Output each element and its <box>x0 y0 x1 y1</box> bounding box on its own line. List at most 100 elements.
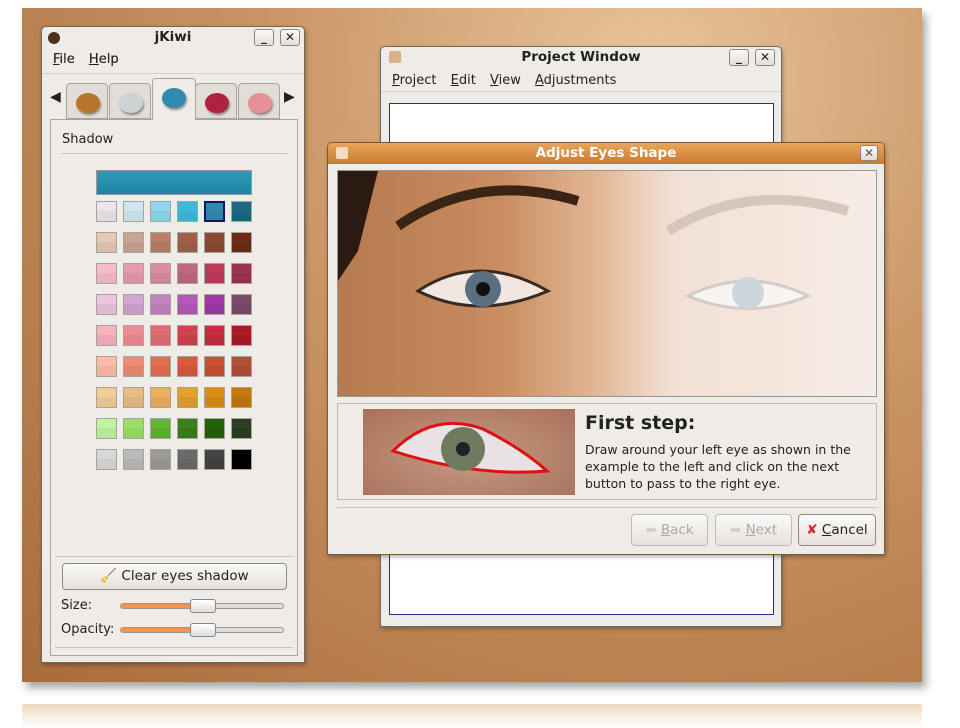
color-swatch[interactable] <box>123 263 144 284</box>
back-button[interactable]: ⬅ Back <box>631 514 708 546</box>
color-swatch[interactable] <box>123 387 144 408</box>
close-button[interactable]: ✕ <box>755 49 775 66</box>
tab-lipstick[interactable] <box>238 83 280 119</box>
color-swatch[interactable] <box>204 201 225 222</box>
color-swatch[interactable] <box>123 325 144 346</box>
menu-project[interactable]: Project <box>392 73 437 88</box>
face-drawing <box>338 171 850 310</box>
next-arrow-icon: ➡ <box>729 522 742 538</box>
color-swatch[interactable] <box>150 356 171 377</box>
color-swatch[interactable] <box>96 201 117 222</box>
color-swatch[interactable] <box>123 232 144 253</box>
color-swatch[interactable] <box>96 263 117 284</box>
tab-hair[interactable] <box>66 83 108 119</box>
color-swatch[interactable] <box>204 387 225 408</box>
color-swatch[interactable] <box>123 356 144 377</box>
color-swatch[interactable] <box>231 418 252 439</box>
color-swatch[interactable] <box>204 418 225 439</box>
color-swatch[interactable] <box>231 387 252 408</box>
clear-eyes-shadow-button[interactable]: 🧹 Clear eyes shadow <box>62 563 287 590</box>
tab-cream[interactable] <box>109 83 151 119</box>
menu-mnemonic: Help <box>88 52 119 67</box>
menu-help[interactable]: Help Help <box>89 52 119 67</box>
color-swatch[interactable] <box>96 449 117 470</box>
color-swatch[interactable] <box>204 263 225 284</box>
color-swatch[interactable] <box>96 325 117 346</box>
tab-blush[interactable] <box>195 83 237 119</box>
tab-scroll-left-icon[interactable]: ◀ <box>50 89 61 105</box>
button-label: Clear eyes shadow <box>121 568 249 584</box>
example-eye-image <box>363 409 575 495</box>
menu-edit[interactable]: Edit <box>451 73 476 88</box>
tab-eye-shadow[interactable] <box>152 78 196 120</box>
color-swatch[interactable] <box>231 263 252 284</box>
broom-icon: 🧹 <box>100 568 118 584</box>
color-swatch[interactable] <box>177 356 198 377</box>
project-title-bar[interactable]: Project Window _ ✕ <box>381 47 781 68</box>
left-eyebrow <box>395 185 580 231</box>
color-swatch[interactable] <box>231 294 252 315</box>
slider-thumb[interactable] <box>190 599 216 613</box>
color-swatch[interactable] <box>231 356 252 377</box>
color-swatch[interactable] <box>231 449 252 470</box>
jkiwi-title-bar[interactable]: jKiwi _ ✕ <box>42 27 304 48</box>
menu-adjustments[interactable]: Adjustments <box>535 73 616 88</box>
color-swatch[interactable] <box>177 294 198 315</box>
color-swatch[interactable] <box>150 325 171 346</box>
minimize-button[interactable]: _ <box>729 49 749 66</box>
color-swatch[interactable] <box>123 294 144 315</box>
color-swatch[interactable] <box>204 232 225 253</box>
color-swatch[interactable] <box>231 325 252 346</box>
divider <box>61 153 287 154</box>
color-swatch[interactable] <box>96 418 117 439</box>
color-swatch[interactable] <box>96 232 117 253</box>
color-swatch[interactable] <box>123 449 144 470</box>
color-swatch[interactable] <box>150 418 171 439</box>
color-swatch[interactable] <box>204 325 225 346</box>
color-swatch[interactable] <box>204 294 225 315</box>
color-swatch[interactable] <box>177 263 198 284</box>
shadow-panel: Shadow 🧹 Clear eyes shadow Size: Opacity… <box>50 119 298 656</box>
color-swatch[interactable] <box>96 294 117 315</box>
minimize-button[interactable]: _ <box>254 29 274 46</box>
color-swatch[interactable] <box>177 387 198 408</box>
color-swatch[interactable] <box>96 387 117 408</box>
next-button[interactable]: ➡ Next <box>715 514 792 546</box>
color-swatch[interactable] <box>150 263 171 284</box>
blush-icon <box>205 93 229 113</box>
color-swatch[interactable] <box>204 449 225 470</box>
menu-file[interactable]: File File <box>53 52 75 67</box>
adjust-eyes-dialog: Adjust Eyes Shape ✕ First step: Draw aro… <box>327 142 885 555</box>
kiwi-icon <box>48 32 60 44</box>
menu-mnemonic: File <box>53 52 75 67</box>
color-swatch[interactable] <box>177 418 198 439</box>
color-swatch[interactable] <box>177 232 198 253</box>
cancel-button[interactable]: ✘ Cancel <box>798 514 876 546</box>
color-swatch[interactable] <box>177 201 198 222</box>
color-swatch[interactable] <box>150 201 171 222</box>
color-swatch[interactable] <box>123 418 144 439</box>
slider-thumb[interactable] <box>190 623 216 637</box>
window-title: Project Window <box>521 49 641 65</box>
color-swatch[interactable] <box>177 325 198 346</box>
close-button[interactable]: ✕ <box>280 29 300 46</box>
opacity-slider[interactable] <box>120 623 284 637</box>
tab-scroll-right-icon[interactable]: ▶ <box>284 89 295 105</box>
size-slider[interactable] <box>120 599 284 613</box>
color-swatch[interactable] <box>150 387 171 408</box>
color-swatch[interactable] <box>231 201 252 222</box>
close-button[interactable]: ✕ <box>860 145 878 161</box>
color-swatch[interactable] <box>123 201 144 222</box>
color-swatch[interactable] <box>231 232 252 253</box>
lipstick-icon <box>248 93 272 113</box>
color-swatch[interactable] <box>96 356 117 377</box>
menu-view[interactable]: View <box>490 73 521 88</box>
dialog-title-bar[interactable]: Adjust Eyes Shape ✕ <box>328 143 884 164</box>
color-swatch[interactable] <box>177 449 198 470</box>
color-swatch[interactable] <box>150 232 171 253</box>
section-label: Shadow <box>62 132 114 147</box>
color-swatch[interactable] <box>150 449 171 470</box>
color-swatch[interactable] <box>204 356 225 377</box>
color-swatch[interactable] <box>150 294 171 315</box>
face-photo[interactable] <box>337 170 877 397</box>
